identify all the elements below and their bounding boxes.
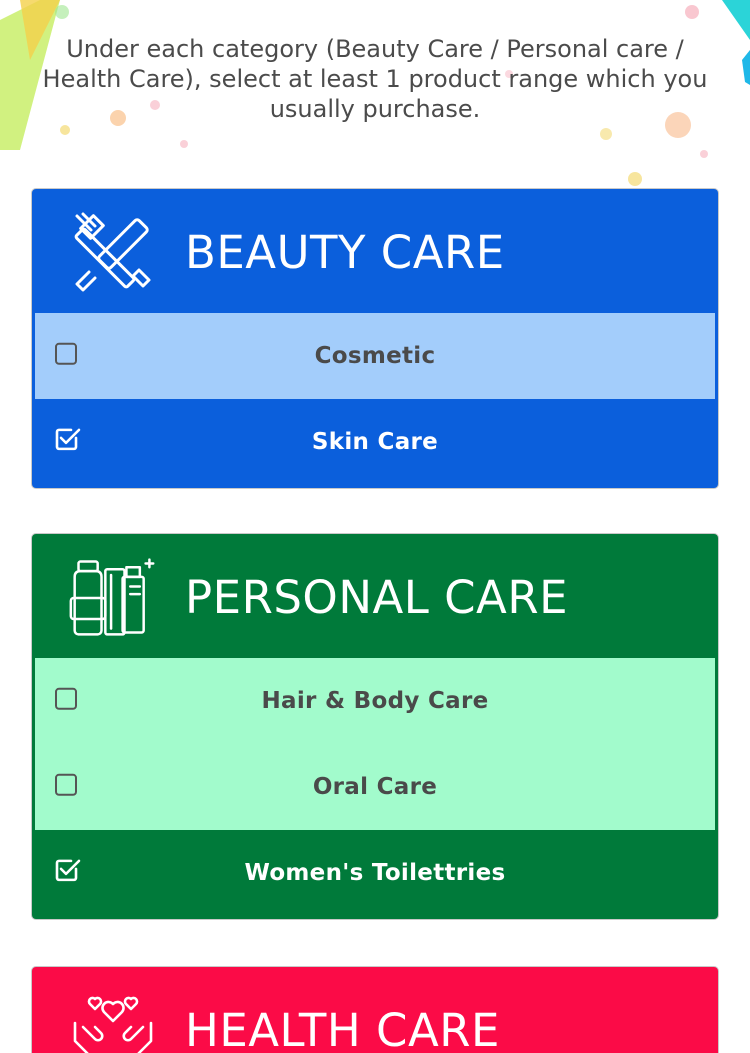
hands-hearts-icon	[67, 987, 159, 1053]
option-label: Skin Care	[311, 429, 439, 455]
health-care-header: HEALTH CARE	[35, 969, 715, 1053]
checkbox-checked-icon[interactable]	[54, 426, 82, 452]
beauty-care-card: BEAUTY CARE Cosmetic Skin Care	[31, 188, 719, 489]
health-care-card: HEALTH CARE	[31, 966, 719, 1053]
option-oral-care[interactable]: Oral Care	[35, 744, 715, 830]
option-label: Oral Care	[312, 774, 438, 800]
beauty-care-header: BEAUTY CARE	[35, 191, 715, 313]
checkbox-unchecked[interactable]	[55, 773, 77, 796]
option-label: Hair & Body Care	[261, 688, 489, 714]
cosmetics-tools-icon	[67, 209, 159, 295]
personal-care-title: PERSONAL CARE	[185, 570, 569, 624]
option-skin-care[interactable]: Skin Care	[35, 399, 715, 485]
option-womens-toiletries[interactable]: Women's Toilettries	[35, 830, 715, 916]
personal-care-header: PERSONAL CARE	[35, 536, 715, 658]
checkbox-unchecked[interactable]	[55, 687, 77, 710]
option-hair-body-care[interactable]: Hair & Body Care	[35, 658, 715, 744]
option-label: Women's Toilettries	[244, 860, 506, 886]
checkbox-checked-icon[interactable]	[54, 857, 82, 883]
option-label: Cosmetic	[314, 343, 436, 369]
option-cosmetic[interactable]: Cosmetic	[35, 313, 715, 399]
checkbox-unchecked[interactable]	[55, 342, 77, 365]
beauty-care-title: BEAUTY CARE	[185, 225, 505, 279]
health-care-title: HEALTH CARE	[185, 1003, 500, 1053]
instructions-text: Under each category (Beauty Care / Perso…	[42, 35, 708, 123]
personal-care-card: PERSONAL CARE Hair & Body Care Oral Care…	[31, 533, 719, 920]
toiletries-bottles-icon	[67, 554, 159, 640]
